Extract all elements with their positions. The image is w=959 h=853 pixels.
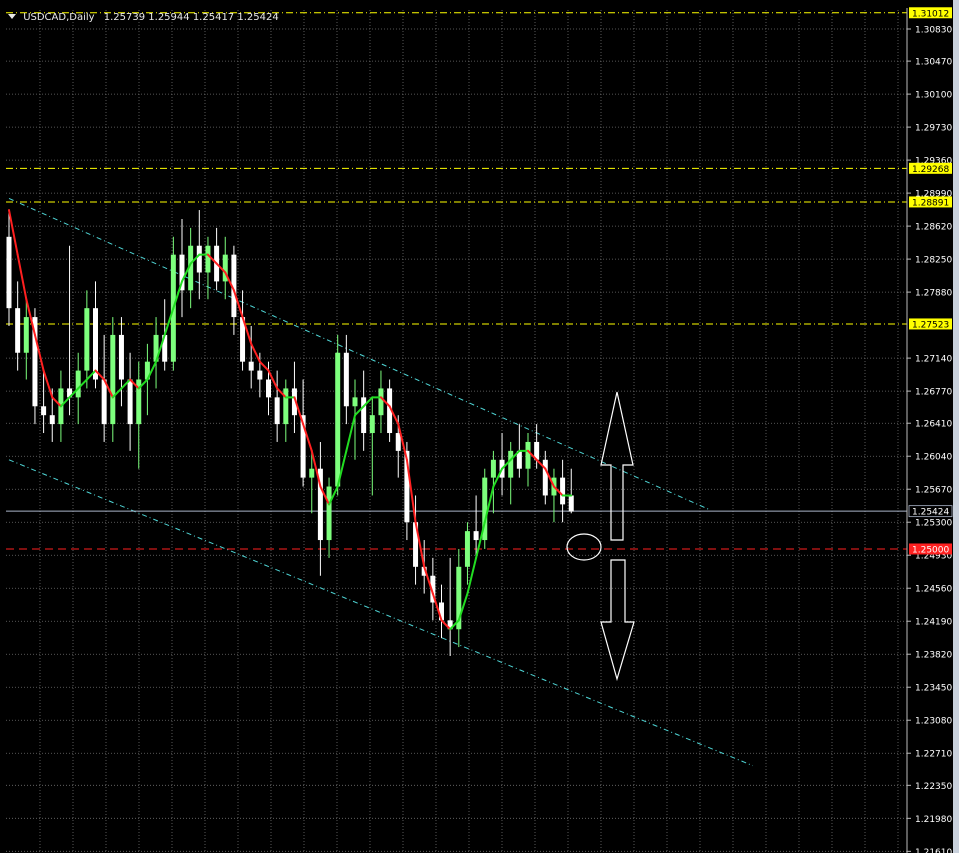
level-label: 1.31012 bbox=[912, 9, 949, 19]
candle-body bbox=[93, 308, 98, 380]
candle-body bbox=[343, 352, 349, 407]
candle-body bbox=[101, 379, 107, 425]
candle-body bbox=[15, 308, 21, 353]
chart-header: USDCAD,Daily 1.25739 1.25944 1.25417 1.2… bbox=[8, 12, 279, 23]
axis-tick-label: 1.27140 bbox=[915, 355, 952, 365]
candle-body bbox=[118, 334, 124, 380]
candle-body bbox=[560, 477, 566, 505]
candle-body bbox=[361, 397, 367, 434]
candle-body bbox=[75, 370, 81, 398]
candle-body bbox=[49, 415, 55, 425]
candle-body bbox=[127, 379, 133, 425]
level-label: 1.27523 bbox=[912, 320, 949, 330]
axis-tick-label: 1.26770 bbox=[915, 388, 952, 398]
axis-tick-label: 1.30100 bbox=[915, 91, 952, 101]
axis-tick-label: 1.22350 bbox=[915, 782, 952, 792]
candle-body bbox=[335, 352, 341, 487]
candle-body bbox=[464, 531, 470, 567]
candle-body bbox=[508, 450, 514, 478]
candle-body bbox=[266, 379, 271, 398]
candle-body bbox=[23, 317, 29, 353]
price-chart[interactable]: 1.308301.304701.301001.297301.293601.289… bbox=[0, 0, 959, 853]
candle-body bbox=[257, 370, 263, 380]
level-label: 1.25424 bbox=[912, 508, 949, 518]
candle-body bbox=[110, 334, 116, 425]
axis-tick-label: 1.30470 bbox=[915, 58, 952, 68]
candle-body bbox=[196, 245, 202, 273]
window-right-border bbox=[953, 0, 959, 853]
candle-body bbox=[525, 441, 531, 469]
axis-tick-label: 1.23820 bbox=[915, 651, 952, 661]
candle-body bbox=[283, 388, 289, 425]
axis-tick-label: 1.25670 bbox=[915, 486, 952, 496]
candle-body bbox=[274, 397, 280, 425]
candle-body bbox=[473, 531, 479, 541]
candle-body bbox=[41, 406, 47, 416]
axis-tick-label: 1.28620 bbox=[915, 223, 952, 233]
candle-body bbox=[568, 495, 574, 512]
candle-body bbox=[205, 245, 211, 273]
axis-tick-label: 1.21610 bbox=[915, 848, 952, 853]
ohlc-values: 1.25739 1.25944 1.25417 1.25424 bbox=[103, 12, 279, 23]
axis-tick-label: 1.23450 bbox=[915, 684, 952, 694]
candle-body bbox=[6, 236, 12, 309]
axis-tick-label: 1.24190 bbox=[915, 618, 952, 628]
candle-body bbox=[309, 468, 315, 478]
axis-tick-label: 1.24560 bbox=[915, 585, 952, 595]
axis-tick-label: 1.27880 bbox=[915, 289, 952, 299]
axis-tick-label: 1.23080 bbox=[915, 717, 952, 727]
axis-tick-label: 1.26040 bbox=[915, 453, 952, 463]
dropdown-triangle-icon[interactable] bbox=[8, 14, 16, 19]
level-label: 1.28891 bbox=[912, 198, 949, 208]
candle-body bbox=[369, 415, 375, 434]
candle-body bbox=[352, 397, 358, 407]
axis-tick-label: 1.22710 bbox=[915, 750, 952, 760]
axis-tick-label: 1.30830 bbox=[915, 26, 952, 36]
candle-body bbox=[326, 486, 332, 541]
candle-body bbox=[378, 388, 384, 416]
candle-body bbox=[542, 459, 548, 496]
axis-tick-label: 1.26410 bbox=[915, 420, 952, 430]
level-label: 1.25000 bbox=[912, 545, 949, 555]
chart-background bbox=[0, 0, 959, 853]
level-label: 1.29268 bbox=[912, 165, 949, 175]
axis-tick-label: 1.25300 bbox=[915, 519, 952, 529]
axis-tick-label: 1.21980 bbox=[915, 815, 952, 825]
candle-body bbox=[490, 459, 496, 478]
axis-tick-label: 1.28250 bbox=[915, 256, 952, 266]
candle-body bbox=[248, 361, 254, 371]
candle-body bbox=[84, 308, 90, 371]
candle-body bbox=[395, 433, 401, 451]
symbol-label: USDCAD,Daily bbox=[23, 12, 95, 23]
axis-tick-label: 1.29730 bbox=[915, 124, 952, 134]
